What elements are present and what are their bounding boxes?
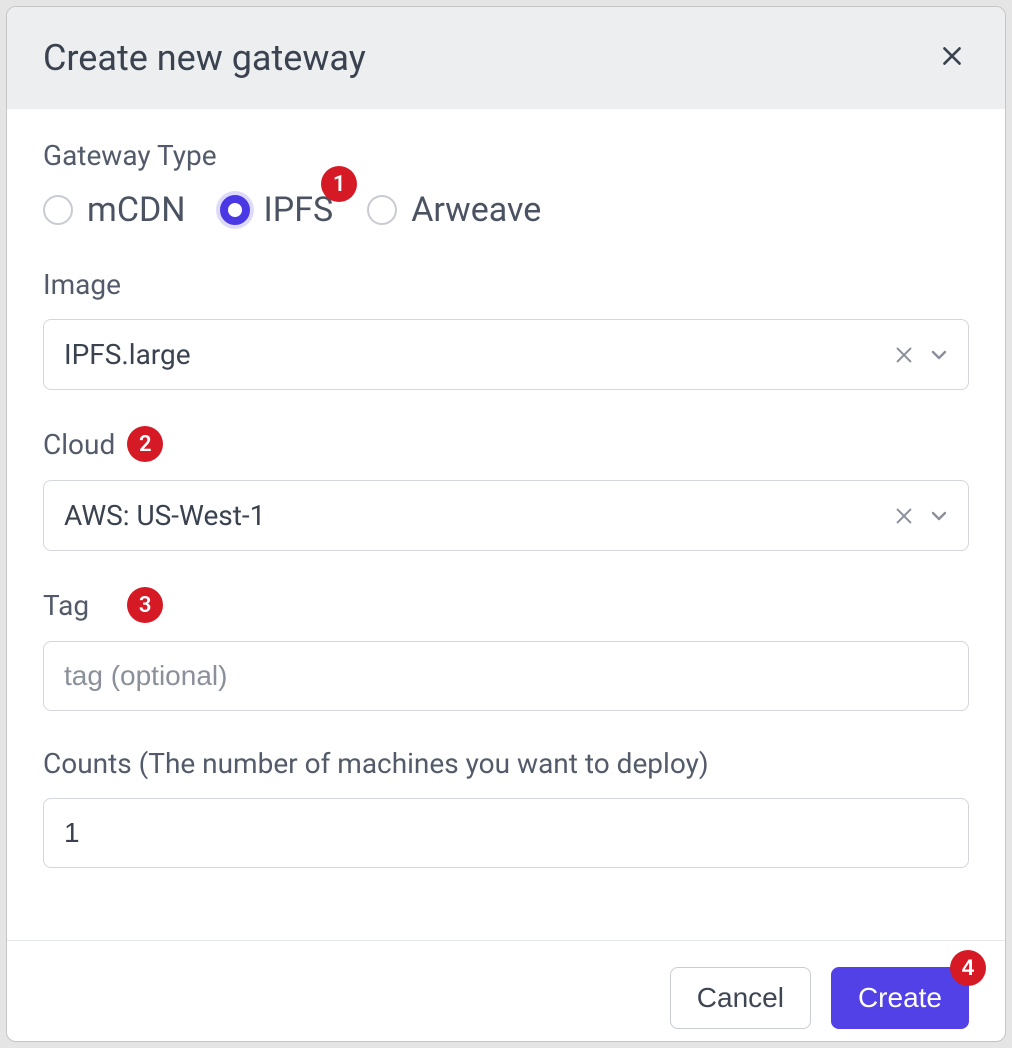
modal-footer: Cancel Create 4 bbox=[7, 940, 1005, 1042]
radio-mcdn-label: mCDN bbox=[87, 190, 186, 230]
annotation-badge-1: 1 bbox=[321, 166, 357, 202]
radio-mcdn[interactable]: mCDN bbox=[43, 190, 186, 230]
image-select[interactable]: IPFS.large bbox=[43, 319, 969, 390]
modal-title: Create new gateway bbox=[43, 37, 366, 79]
annotation-badge-4: 4 bbox=[950, 950, 986, 986]
tag-label: Tag 3 bbox=[43, 587, 969, 623]
select-icons bbox=[893, 504, 951, 528]
radio-arweave[interactable]: Arweave bbox=[367, 190, 541, 230]
modal-header: Create new gateway bbox=[7, 7, 1005, 109]
cloud-select-wrapper: AWS: US-West-1 bbox=[43, 480, 969, 551]
counts-label: Counts (The number of machines you want … bbox=[43, 747, 969, 780]
annotation-badge-2: 2 bbox=[127, 426, 163, 462]
clear-icon[interactable] bbox=[893, 344, 915, 366]
tag-label-text: Tag bbox=[43, 589, 89, 622]
clear-icon[interactable] bbox=[893, 505, 915, 527]
select-icons bbox=[893, 343, 951, 367]
close-icon bbox=[939, 43, 965, 69]
radio-ipfs[interactable]: IPFS 1 bbox=[220, 190, 334, 230]
counts-input[interactable] bbox=[43, 798, 969, 868]
cancel-button[interactable]: Cancel bbox=[670, 967, 811, 1029]
radio-ipfs-label: IPFS bbox=[264, 190, 334, 230]
annotation-badge-3: 3 bbox=[127, 587, 163, 623]
create-button[interactable]: Create 4 bbox=[831, 967, 969, 1029]
radio-icon bbox=[367, 195, 397, 225]
radio-arweave-label: Arweave bbox=[411, 190, 541, 230]
create-button-label: Create bbox=[858, 982, 942, 1013]
chevron-down-icon[interactable] bbox=[927, 343, 951, 367]
gateway-type-radio-group: mCDN IPFS 1 Arweave bbox=[43, 190, 969, 230]
cloud-label: Cloud 2 bbox=[43, 426, 969, 462]
tag-input[interactable] bbox=[43, 641, 969, 711]
close-button[interactable] bbox=[935, 37, 969, 79]
cloud-label-text: Cloud bbox=[43, 428, 115, 461]
radio-icon bbox=[220, 195, 250, 225]
create-gateway-modal: Create new gateway Gateway Type mCDN IPF… bbox=[6, 6, 1006, 1042]
image-label: Image bbox=[43, 268, 969, 301]
cloud-select[interactable]: AWS: US-West-1 bbox=[43, 480, 969, 551]
gateway-type-label: Gateway Type bbox=[43, 139, 969, 172]
image-select-wrapper: IPFS.large bbox=[43, 319, 969, 390]
modal-body: Gateway Type mCDN IPFS 1 Arweave Image I… bbox=[7, 109, 1005, 940]
chevron-down-icon[interactable] bbox=[927, 504, 951, 528]
radio-icon bbox=[43, 195, 73, 225]
